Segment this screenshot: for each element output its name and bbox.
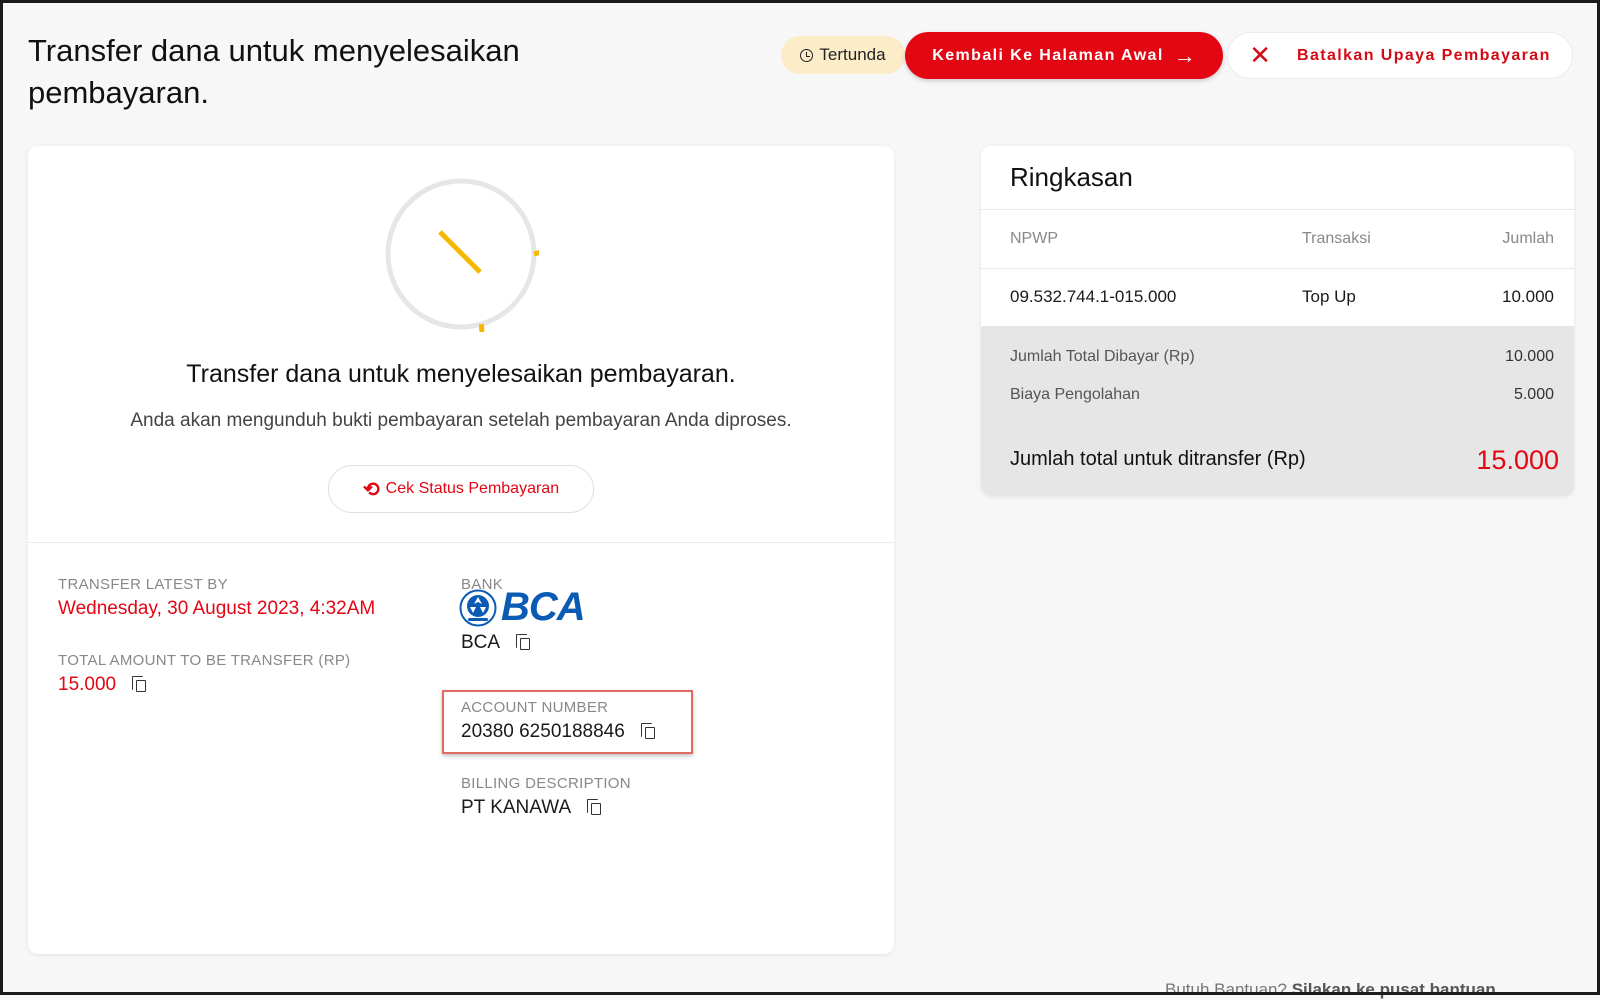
summary-totals: Jumlah Total Dibayar (Rp) 10.000 Biaya P… xyxy=(981,326,1574,496)
processing-fee-label: Biaya Pengolahan xyxy=(1010,386,1140,403)
status-badge-label: Tertunda xyxy=(819,45,886,64)
bca-logo: BCA xyxy=(459,585,589,631)
cancel-payment-button[interactable]: ✕ Batalkan Upaya Pembayaran xyxy=(1227,32,1573,79)
summary-divider xyxy=(981,268,1574,269)
cancel-payment-label: Batalkan Upaya Pembayaran xyxy=(1297,46,1551,64)
refresh-icon: ⟲ xyxy=(362,478,380,501)
page-title: Transfer dana untuk menyelesaikan pembay… xyxy=(28,33,520,110)
transfer-latest-value: Wednesday, 30 August 2023, 4:32AM xyxy=(58,598,375,620)
check-status-label: Cek Status Pembayaran xyxy=(385,480,560,497)
grand-total-label: Jumlah total untuk ditransfer (Rp) xyxy=(1010,448,1306,470)
total-amount-text: 15.000 xyxy=(58,674,117,695)
copy-icon[interactable] xyxy=(516,634,532,652)
close-icon: ✕ xyxy=(1249,40,1271,70)
total-paid-label: Jumlah Total Dibayar (Rp) xyxy=(1010,348,1195,365)
payment-instructions-card: Transfer dana untuk menyelesaikan pembay… xyxy=(28,146,894,954)
billing-description-value: PT KANAWA xyxy=(461,797,603,819)
billing-description-label: BILLING DESCRIPTION xyxy=(461,775,631,792)
table-row-npwp: 09.532.744.1-015.000 xyxy=(1010,287,1177,306)
billing-description-text: PT KANAWA xyxy=(461,797,572,818)
card-heading: Transfer dana untuk menyelesaikan pembay… xyxy=(186,360,736,388)
column-header-npwp: NPWP xyxy=(1010,230,1058,247)
summary-title: Ringkasan xyxy=(1010,162,1133,192)
copy-icon[interactable] xyxy=(132,676,148,694)
status-badge: Tertunda xyxy=(781,36,905,74)
card-subtext: Anda akan mengunduh bukti pembayaran set… xyxy=(130,410,792,431)
clock-icon xyxy=(800,48,814,62)
help-prefix: Butuh Bantuan? xyxy=(1165,980,1287,999)
help-footer: Butuh Bantuan? Silakan ke pusat bantuan xyxy=(1165,980,1496,1000)
column-header-transaction: Transaksi xyxy=(1302,230,1371,247)
total-paid-value: 10.000 xyxy=(1505,348,1554,365)
pending-spinner-icon xyxy=(385,178,539,332)
bank-value: BCA xyxy=(461,632,532,654)
grand-total-value: 15.000 xyxy=(1476,445,1559,475)
copy-icon[interactable] xyxy=(640,723,657,741)
account-number-label: ACCOUNT NUMBER xyxy=(461,699,609,716)
column-header-amount: Jumlah xyxy=(1502,230,1554,247)
transfer-latest-text: Wednesday, 30 August 2023, 4:32AM xyxy=(58,598,376,619)
check-status-button[interactable]: ⟲ Cek Status Pembayaran xyxy=(328,465,594,513)
account-number-text: 20380 6250188846 xyxy=(461,721,625,742)
back-to-home-button[interactable]: Kembali Ke Halaman Awal → xyxy=(905,32,1223,79)
bca-emblem-icon xyxy=(459,589,497,627)
processing-fee-value: 5.000 xyxy=(1513,386,1554,403)
summary-card: Ringkasan NPWP Transaksi Jumlah 09.532.7… xyxy=(981,146,1574,496)
total-amount-value: 15.000 xyxy=(58,674,148,696)
table-row-transaction: Top Up xyxy=(1302,287,1356,306)
table-row-amount: 10.000 xyxy=(1502,287,1554,306)
bank-value-text: BCA xyxy=(461,632,501,653)
transfer-latest-label: TRANSFER LATEST BY xyxy=(58,576,228,593)
summary-divider xyxy=(981,209,1574,210)
copy-icon[interactable] xyxy=(587,799,603,817)
help-center-link[interactable]: Silakan ke pusat bantuan xyxy=(1292,980,1496,999)
arrow-right-icon: → xyxy=(1173,42,1196,68)
back-to-home-label: Kembali Ke Halaman Awal xyxy=(932,46,1164,64)
total-amount-label: TOTAL AMOUNT TO BE TRANSFER (RP) xyxy=(58,652,351,669)
card-divider xyxy=(28,542,894,543)
bca-logo-text: BCA xyxy=(501,585,586,629)
account-number-value: 20380 6250188846 xyxy=(461,721,657,743)
